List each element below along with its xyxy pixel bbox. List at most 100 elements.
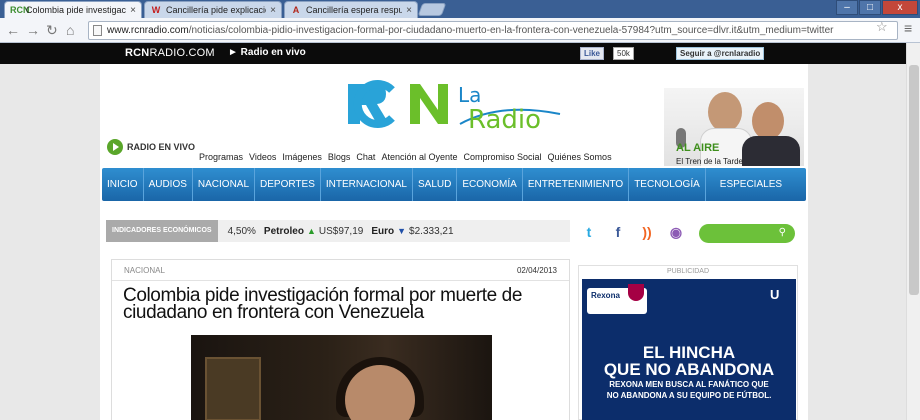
nav-salud[interactable]: SALUD	[413, 168, 458, 201]
article-headline: Colombia pide investigación formal por m…	[123, 285, 523, 323]
podcast-icon[interactable]: ◉	[665, 222, 687, 242]
url-path: /noticias/colombia-pidio-investigacion-f…	[188, 25, 834, 36]
unilever-logo-icon: U	[770, 287, 780, 302]
oil-label: Petroleo	[263, 225, 304, 237]
show-name: El Tren de la Tarde	[676, 157, 744, 166]
facebook-like-button[interactable]: Like	[580, 47, 605, 60]
economic-indicators: INDICADORES ECONÓMICOS 4,50% Petroleo ▲ US…	[106, 220, 570, 242]
nav-deportes[interactable]: DEPORTES	[255, 168, 321, 201]
radio-hosts-image[interactable]	[664, 88, 804, 166]
tab-label: Cancillería pide explicaciones	[166, 5, 266, 15]
ad-headline: EL HINCHA QUE NO ABANDONA	[582, 344, 796, 378]
bookmark-star-icon[interactable]: ☆	[876, 19, 888, 35]
new-tab-button[interactable]	[417, 3, 447, 16]
euro-label: Euro	[371, 225, 395, 237]
play-icon	[107, 139, 123, 155]
subnav-programas[interactable]: Programas	[199, 152, 243, 162]
address-bar[interactable]: www.rcnradio.com/noticias/colombia-pidio…	[88, 21, 898, 40]
interest-rate: 4,50%	[227, 225, 256, 237]
indicators-label: INDICADORES ECONÓMICOS	[106, 220, 218, 242]
radio-en-vivo-button[interactable]: RADIO EN VIVO	[107, 139, 195, 155]
ad-subtext-line-1: REXONA MEN BUSCA AL FANÁTICO QUE	[609, 380, 769, 389]
home-icon[interactable]: ⌂	[66, 22, 74, 38]
subnav-compromiso[interactable]: Compromiso Social	[464, 152, 542, 162]
tab-cancilleria-pide[interactable]: W Cancillería pide explicaciones ×	[144, 1, 282, 18]
subnav-videos[interactable]: Videos	[249, 152, 276, 162]
site-top-bar: RCNRADIO.COM ► Radio en vivo Like 50k Se…	[0, 43, 920, 64]
nav-especiales[interactable]: ESPECIALES	[706, 168, 787, 201]
nav-inicio[interactable]: INICIO	[102, 168, 144, 201]
social-links: t f )) ◉	[578, 222, 694, 242]
painting-in-photo	[205, 357, 261, 420]
article-category[interactable]: NACIONAL	[124, 266, 165, 275]
search-icon[interactable]: ⚲	[779, 227, 786, 238]
rss-icon[interactable]: ))	[636, 222, 658, 242]
ad-headline-line-1: EL HINCHA	[642, 343, 736, 362]
secondary-nav: Programas Videos Imágenes Blogs Chat Ate…	[199, 152, 618, 162]
subnav-imagenes[interactable]: Imágenes	[282, 152, 322, 162]
nav-internacional[interactable]: INTERNACIONAL	[321, 168, 413, 201]
ad-headline-line-2: QUE NO ABANDONA	[603, 360, 775, 379]
search-input[interactable]: ⚲	[699, 224, 795, 243]
rcn-favicon-icon: RCN	[10, 5, 30, 15]
tab-colombia-pide[interactable]: RCN Colombia pide investigación f ×	[4, 1, 142, 18]
advertisement: PUBLICIDAD Rexona U EL HINCHA QUE NO ABA…	[578, 265, 798, 420]
ad-subtext: REXONA MEN BUSCA AL FANÁTICO QUE NO ABAN…	[582, 379, 796, 401]
nav-entretenimiento[interactable]: ENTRETENIMIENTO	[523, 168, 630, 201]
arrow-up-icon: ▲	[306, 225, 316, 236]
al-aire-label: AL AIRE	[676, 142, 720, 154]
ad-subtext-line-2: NO ABANDONA A SU EQUIPO DE FÚTBOL.	[606, 391, 772, 400]
subnav-chat[interactable]: Chat	[356, 152, 375, 162]
euro-value: $2.333,21	[409, 225, 454, 237]
menu-icon[interactable]: ≡	[904, 21, 912, 35]
maximize-button[interactable]: □	[859, 0, 881, 15]
logo-radio-text: Radio	[468, 105, 541, 132]
forward-arrow-icon[interactable]: →	[26, 22, 40, 38]
tab-close-icon[interactable]: ×	[130, 5, 136, 16]
twitter-icon[interactable]: t	[578, 222, 600, 242]
subnav-blogs[interactable]: Blogs	[328, 152, 351, 162]
euro-indicator: Euro ▼ $2.333,21	[371, 226, 453, 237]
close-window-button[interactable]: x	[882, 0, 918, 15]
divider	[112, 280, 569, 281]
a-favicon-icon: A	[292, 5, 300, 15]
page-scrollbar[interactable]	[906, 43, 920, 420]
nav-nacional[interactable]: NACIONAL	[193, 168, 256, 201]
oil-value: US$97,19	[318, 225, 364, 237]
facebook-icon[interactable]: f	[607, 222, 629, 242]
site-brand[interactable]: RCNRADIO.COM	[125, 47, 215, 59]
w-favicon-icon: W	[151, 5, 161, 15]
tab-label: Cancillería espera respuesta	[306, 5, 402, 15]
reload-icon[interactable]: ↻	[46, 22, 58, 38]
club-crest-icon	[628, 284, 644, 301]
main-nav: INICIO AUDIOS NACIONAL DEPORTES INTERNAC…	[102, 168, 806, 201]
ad-label: PUBLICIDAD	[666, 268, 709, 275]
radio-en-vivo-link[interactable]: ► Radio en vivo	[228, 47, 306, 58]
article-photo[interactable]	[191, 335, 492, 420]
rexona-ad-banner[interactable]: Rexona U EL HINCHA QUE NO ABANDONA REXON…	[582, 279, 796, 420]
facebook-like-count: 50k	[613, 47, 634, 60]
page-icon	[93, 25, 102, 36]
brand-thin: RADIO.COM	[149, 47, 215, 59]
rcn-la-radio-logo[interactable]: La Radio	[348, 76, 563, 132]
tab-close-icon[interactable]: ×	[270, 5, 276, 16]
article-date: 02/04/2013	[516, 266, 557, 275]
tab-cancilleria-espera[interactable]: A Cancillería espera respuesta ×	[284, 1, 418, 18]
nav-tecnologia[interactable]: TECNOLOGÍA	[629, 168, 706, 201]
radio-en-vivo-label: RADIO EN VIVO	[127, 142, 196, 152]
nav-audios[interactable]: AUDIOS	[144, 168, 193, 201]
tab-label: Colombia pide investigación f	[26, 5, 127, 15]
brand-bold: RCN	[125, 47, 150, 59]
subnav-quienes[interactable]: Quiénes Somos	[548, 152, 612, 162]
minimize-button[interactable]: –	[836, 0, 858, 15]
back-arrow-icon[interactable]: ←	[6, 22, 20, 38]
scrollbar-thumb[interactable]	[909, 65, 919, 295]
tab-close-icon[interactable]: ×	[406, 5, 412, 16]
logo-la-text: La	[458, 83, 481, 107]
url-host: www.rcnradio.com	[107, 25, 189, 36]
nav-economia[interactable]: ECONOMÍA	[457, 168, 523, 201]
subnav-atencion[interactable]: Atención al Oyente	[381, 152, 457, 162]
arrow-down-icon: ▼	[397, 225, 407, 236]
twitter-follow-button[interactable]: Seguir a @rcnlaradio	[676, 47, 765, 60]
article-card: NACIONAL 02/04/2013 Colombia pide invest…	[111, 259, 570, 420]
